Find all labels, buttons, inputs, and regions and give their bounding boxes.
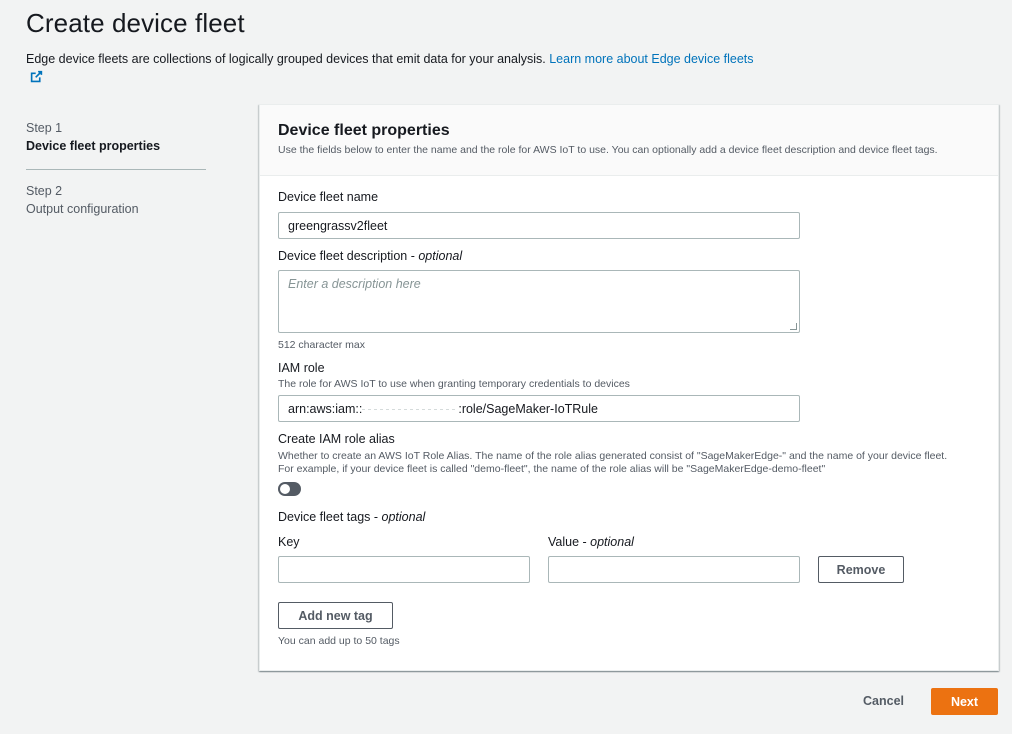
panel-title: Device fleet properties xyxy=(278,122,450,139)
step-1-title: Device fleet properties xyxy=(26,139,161,153)
step-2-number: Step 2 xyxy=(26,184,63,198)
role-alias-label: Create IAM role alias xyxy=(278,432,395,446)
tags-label-text: Device fleet tags xyxy=(278,510,371,524)
description-textarea[interactable]: Enter a description here xyxy=(278,270,800,333)
cancel-button[interactable]: Cancel xyxy=(863,694,904,708)
description-hint: 512 character max xyxy=(278,339,365,351)
fleet-name-value: greengrassv2fleet xyxy=(288,219,388,233)
wizard-steps: Step 1 Device fleet properties Step 2 Ou… xyxy=(26,119,206,218)
fleet-name-label: Device fleet name xyxy=(278,190,379,204)
role-alias-hint-1: Whether to create an AWS IoT Role Alias.… xyxy=(278,450,948,462)
external-link-icon xyxy=(30,70,43,83)
iam-role-value-suffix: :role/SageMaker-IoTRule xyxy=(458,402,598,416)
tags-optional-tag: optional xyxy=(381,510,426,524)
tag-value-optional-tag: optional xyxy=(590,535,634,549)
redacted-account-id xyxy=(362,402,459,416)
add-tag-button[interactable]: Add new tag xyxy=(278,602,393,629)
description-label-text: Device fleet description xyxy=(278,249,408,263)
iam-role-input[interactable]: arn:aws:iam:::role/SageMaker-IoTRule xyxy=(278,395,800,422)
tag-value-label: Value - optional xyxy=(548,535,634,549)
fleet-name-input[interactable]: greengrassv2fleet xyxy=(278,212,800,239)
iam-role-value-prefix: arn:aws:iam:: xyxy=(288,402,363,416)
panel-header: Device fleet properties Use the fields b… xyxy=(260,105,998,176)
tag-key-label: Key xyxy=(278,535,300,549)
role-alias-hint-2: For example, if your device fleet is cal… xyxy=(278,463,826,475)
panel-subtitle: Use the fields below to enter the name a… xyxy=(278,144,938,156)
iam-role-hint: The role for AWS IoT to use when grantin… xyxy=(278,378,630,390)
step-2: Step 2 Output configuration xyxy=(26,182,206,218)
learn-more-link-text: Learn more about Edge device fleets xyxy=(549,52,754,66)
step-2-title: Output configuration xyxy=(26,202,139,216)
description-label: Device fleet description - optional xyxy=(278,249,463,263)
tags-hint: You can add up to 50 tags xyxy=(278,635,400,647)
step-1-number: Step 1 xyxy=(26,121,63,135)
next-button[interactable]: Next xyxy=(931,688,998,715)
description-placeholder: Enter a description here xyxy=(288,277,421,291)
description-optional-tag: optional xyxy=(418,249,463,263)
toggle-knob xyxy=(280,484,290,494)
tag-value-input[interactable] xyxy=(548,556,800,583)
step-divider xyxy=(26,169,206,170)
properties-panel: Device fleet properties Use the fields b… xyxy=(259,104,999,671)
step-1: Step 1 Device fleet properties xyxy=(26,119,206,155)
page-description-text: Edge device fleets are collections of lo… xyxy=(26,52,546,66)
tag-key-input[interactable] xyxy=(278,556,530,583)
iam-role-label: IAM role xyxy=(278,361,325,375)
tags-label: Device fleet tags - optional xyxy=(278,510,426,524)
tag-value-label-text: Value xyxy=(548,535,580,549)
page-description: Edge device fleets are collections of lo… xyxy=(26,50,756,86)
remove-tag-button[interactable]: Remove xyxy=(818,556,904,583)
resize-handle[interactable] xyxy=(790,323,797,330)
page-title: Create device fleet xyxy=(26,8,245,38)
role-alias-toggle[interactable] xyxy=(278,482,301,496)
